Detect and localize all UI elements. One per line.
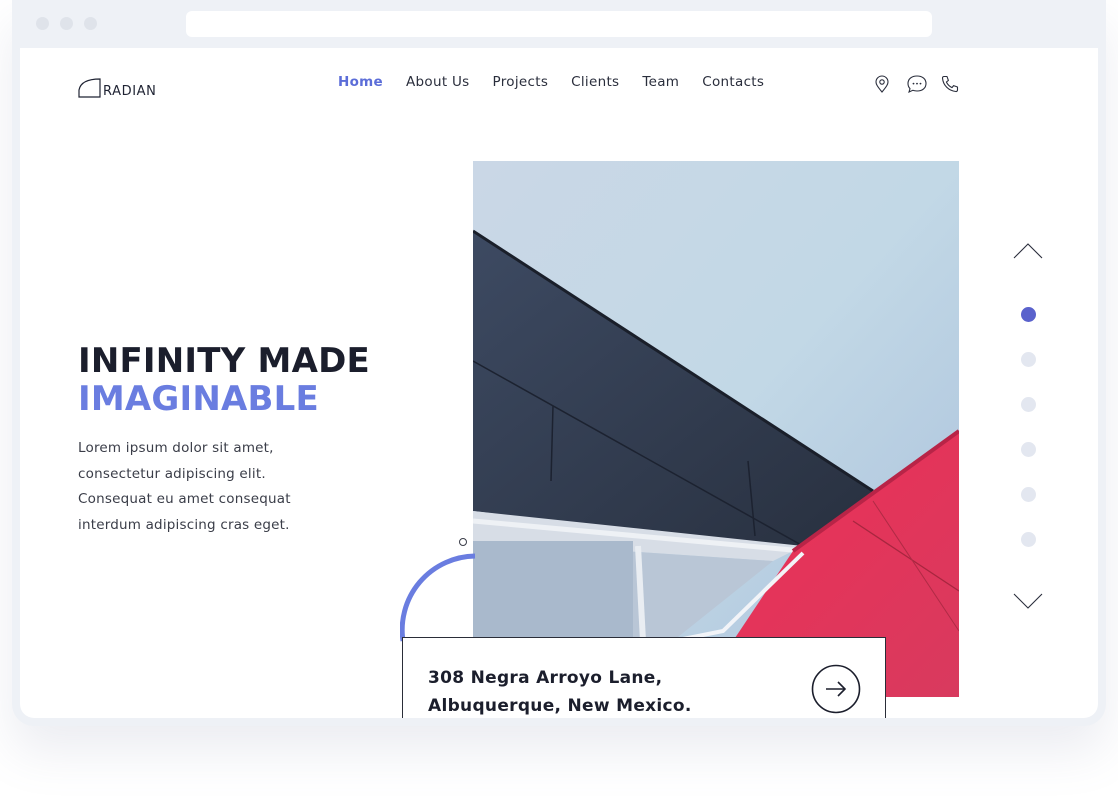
window-minimize-dot[interactable] xyxy=(60,17,73,30)
browser-frame: RADIAN Home About Us Projects Clients Te… xyxy=(12,0,1106,726)
window-maximize-dot[interactable] xyxy=(84,17,97,30)
chat-bubble-icon[interactable] xyxy=(906,74,927,94)
slide-dot-2[interactable] xyxy=(1021,352,1036,367)
address-bar[interactable] xyxy=(186,11,932,37)
main-nav: Home About Us Projects Clients Team Cont… xyxy=(338,74,764,90)
page-viewport: RADIAN Home About Us Projects Clients Te… xyxy=(20,48,1098,718)
nav-item-about-us[interactable]: About Us xyxy=(406,74,470,90)
slide-dot-4[interactable] xyxy=(1021,442,1036,457)
brand-logo[interactable]: RADIAN xyxy=(78,76,188,100)
header-icons xyxy=(872,74,960,94)
nav-item-clients[interactable]: Clients xyxy=(571,74,619,90)
slide-pager xyxy=(1010,238,1046,618)
hero-title: INFINITY MADE IMAGINABLE xyxy=(78,342,370,418)
address-line1: 308 Negra Arroyo Lane, xyxy=(428,668,663,688)
address-line2: Albuquerque, New Mexico. xyxy=(428,696,692,716)
arrow-right-circle-icon[interactable] xyxy=(811,664,861,714)
nav-item-projects[interactable]: Projects xyxy=(493,74,549,90)
logo-mark-icon xyxy=(78,78,101,98)
address-card: 308 Negra Arroyo Lane, Albuquerque, New … xyxy=(402,637,886,718)
decor-arc xyxy=(400,553,476,642)
address-text: 308 Negra Arroyo Lane, Albuquerque, New … xyxy=(428,664,692,718)
hero-title-line2: IMAGINABLE xyxy=(78,379,319,419)
phone-icon[interactable] xyxy=(940,74,960,94)
hero-description: Lorem ipsum dolor sit amet, consectetur … xyxy=(78,440,291,533)
window-close-dot[interactable] xyxy=(36,17,49,30)
decor-small-circle xyxy=(459,538,467,546)
nav-item-contacts[interactable]: Contacts xyxy=(702,74,764,90)
nav-item-home[interactable]: Home xyxy=(338,74,383,90)
chevron-down-icon[interactable] xyxy=(1010,590,1046,612)
slide-dot-5[interactable] xyxy=(1021,487,1036,502)
nav-item-team[interactable]: Team xyxy=(642,74,679,90)
brand-name: RADIAN xyxy=(103,84,157,99)
hero-building-photo xyxy=(473,161,959,697)
hero-title-line1: INFINITY MADE xyxy=(78,341,370,381)
slide-dot-3[interactable] xyxy=(1021,397,1036,412)
location-pin-icon[interactable] xyxy=(872,74,892,94)
slide-dot-1[interactable] xyxy=(1021,307,1036,322)
chevron-up-icon[interactable] xyxy=(1010,238,1046,260)
slide-dot-6[interactable] xyxy=(1021,532,1036,547)
